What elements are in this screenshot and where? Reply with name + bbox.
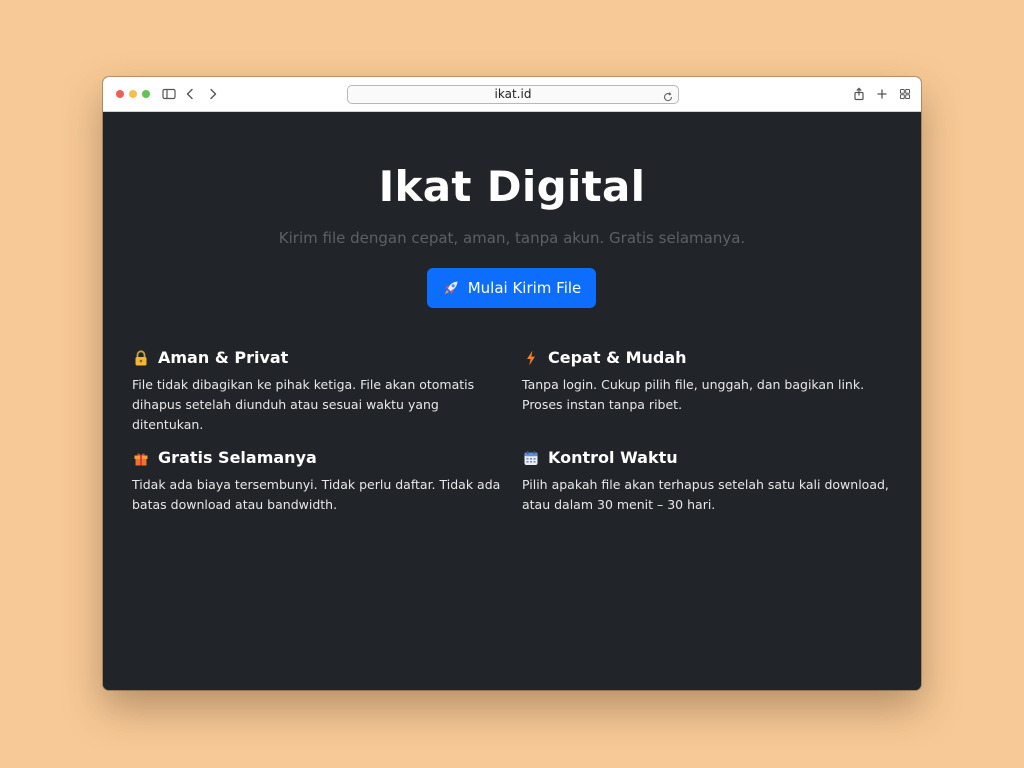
page-subtitle: Kirim file dengan cepat, aman, tanpa aku…: [278, 229, 746, 247]
close-window-button[interactable]: [116, 90, 124, 98]
reload-icon[interactable]: [662, 88, 674, 102]
share-icon[interactable]: [851, 86, 867, 102]
start-send-file-label: Mulai Kirim File: [467, 279, 582, 297]
sidebar-icon[interactable]: [161, 86, 177, 102]
feature-title: Gratis Selamanya: [158, 448, 317, 467]
feature-description: Tidak ada biaya tersembunyi. Tidak perlu…: [132, 477, 501, 512]
feature-title: Aman & Privat: [158, 348, 289, 367]
feature-description: Pilih apakah file akan terhapus setelah …: [522, 477, 889, 512]
feature-free-forever: Gratis Selamanya Tidak ada biaya tersemb…: [132, 447, 507, 515]
feature-time-control: Kontrol Waktu Pilih apakah file akan ter…: [522, 447, 897, 515]
feature-secure-private: Aman & Privat File tidak dibagikan ke pi…: [132, 347, 507, 435]
feature-fast-easy: Cepat & Mudah Tanpa login. Cukup pilih f…: [522, 347, 897, 415]
feature-title: Cepat & Mudah: [548, 348, 687, 367]
start-send-file-button[interactable]: Mulai Kirim File: [427, 268, 596, 308]
page-content: Ikat Digital Kirim file dengan cepat, am…: [103, 112, 921, 690]
address-bar[interactable]: ikat.id: [347, 85, 679, 104]
rocket-icon: [442, 279, 460, 297]
feature-title: Kontrol Waktu: [548, 448, 678, 467]
page-title: Ikat Digital: [378, 162, 646, 211]
browser-window: ikat.id Ikat Digital Kirim file dengan c…: [103, 77, 921, 690]
browser-toolbar: ikat.id: [103, 77, 921, 112]
maximize-window-button[interactable]: [142, 90, 150, 98]
lock-icon: [132, 349, 150, 367]
new-tab-icon[interactable]: [874, 86, 890, 102]
tab-overview-icon[interactable]: [897, 86, 913, 102]
calendar-icon: [522, 449, 540, 467]
url-text: ikat.id: [494, 87, 532, 101]
minimize-window-button[interactable]: [129, 90, 137, 98]
forward-icon[interactable]: [205, 86, 221, 102]
feature-description: File tidak dibagikan ke pihak ketiga. Fi…: [132, 377, 475, 432]
gift-icon: [132, 449, 150, 467]
back-icon[interactable]: [182, 86, 198, 102]
lightning-icon: [522, 349, 540, 367]
feature-description: Tanpa login. Cukup pilih file, unggah, d…: [522, 377, 865, 412]
